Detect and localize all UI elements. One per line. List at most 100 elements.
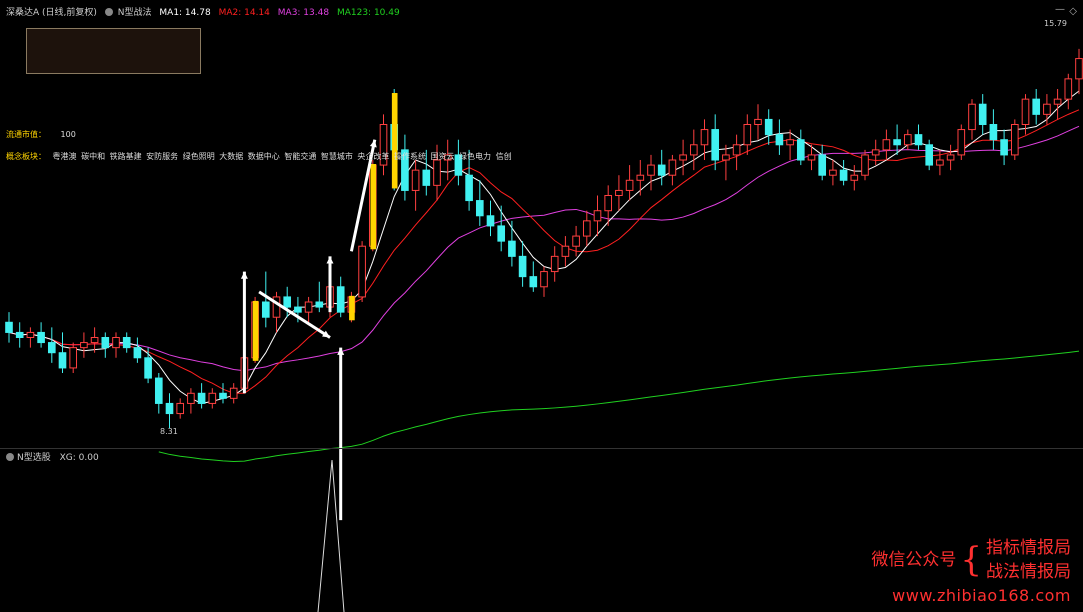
- sub-panel-title[interactable]: N型选股: [17, 453, 51, 463]
- concept-row: 概念板块： 粤港澳 碳中和 铁路基建 安防服务 绿色照明 大数据 数据中心 智能…: [6, 151, 512, 162]
- candle-body: [796, 139, 805, 161]
- info-panel-box: [26, 28, 201, 74]
- security-title[interactable]: 深桑达A (日线,前复权): [6, 8, 97, 18]
- candle: [176, 398, 185, 419]
- candle-body: [679, 154, 687, 161]
- candle: [561, 236, 570, 267]
- candle: [775, 119, 784, 155]
- expand-icon[interactable]: ◇: [1069, 6, 1077, 17]
- candle-body: [903, 134, 912, 146]
- watermark-left: 微信公众号: [871, 550, 957, 570]
- candle-body: [893, 139, 901, 146]
- watermark-url: www.zhibiao168.com: [892, 586, 1071, 605]
- candle-body: [294, 306, 302, 313]
- candle: [925, 139, 934, 171]
- candle: [989, 109, 998, 150]
- candle-body: [732, 144, 741, 156]
- candle: [668, 154, 677, 186]
- candle-body: [133, 347, 142, 359]
- close-icon[interactable]: —: [1055, 4, 1065, 15]
- candle: [336, 276, 345, 318]
- candle-body: [486, 215, 495, 227]
- candle: [37, 322, 45, 348]
- candle: [529, 261, 538, 292]
- candle-body: [711, 129, 720, 161]
- candle-body: [1053, 98, 1062, 105]
- high-price-label: 15.79: [1044, 19, 1067, 28]
- candle: [112, 332, 120, 358]
- candle-body: [754, 118, 762, 126]
- candle: [358, 241, 366, 302]
- candle-body: [978, 103, 987, 126]
- signal-bar: [370, 164, 377, 250]
- candle-body: [604, 195, 613, 212]
- ma3-line: [8, 125, 1080, 372]
- candle-body: [550, 255, 559, 273]
- candle: [839, 160, 848, 186]
- candle-body: [850, 174, 859, 181]
- watermark-wechat: 微信公众号{指标情报局 战法情报局: [871, 536, 1071, 584]
- up-arrow-1-head: [240, 271, 248, 279]
- candle: [957, 124, 966, 160]
- candle-body: [69, 347, 78, 369]
- candle: [475, 180, 484, 226]
- xg-value: XG: 0.00: [59, 453, 99, 463]
- candle: [625, 165, 634, 201]
- candle: [647, 154, 655, 191]
- kline-chart: [5, 48, 1083, 612]
- candle: [272, 291, 281, 333]
- candle-body: [5, 321, 13, 333]
- candle-body: [90, 337, 99, 344]
- candle-body: [625, 179, 634, 191]
- candle: [689, 129, 698, 171]
- candle-body: [582, 220, 591, 237]
- candle-body: [743, 124, 752, 146]
- candle-body: [80, 342, 88, 349]
- candle: [550, 246, 559, 282]
- candle-body: [187, 392, 195, 404]
- candle: [497, 205, 506, 252]
- candle-body: [1064, 78, 1073, 100]
- candle: [743, 114, 752, 155]
- candle-body: [283, 296, 292, 308]
- candle-body: [818, 154, 827, 176]
- candle: [454, 139, 463, 186]
- ma3-label: MA3: 13.48: [277, 8, 330, 18]
- candle-body: [475, 200, 484, 217]
- candle: [882, 129, 891, 160]
- candle: [818, 144, 827, 181]
- candle-body: [925, 144, 934, 166]
- candle: [411, 160, 420, 211]
- candle-body: [914, 134, 923, 146]
- up-arrow-2-head: [326, 256, 334, 264]
- candle-body: [529, 276, 538, 288]
- market-cap-label: 流通市值：: [6, 130, 46, 139]
- candle-body: [26, 331, 35, 338]
- candle-body: [358, 245, 366, 298]
- panel-divider[interactable]: [0, 448, 1083, 449]
- indicator-gear-icon[interactable]: [104, 8, 113, 16]
- candle-body: [304, 301, 313, 313]
- candle: [47, 327, 56, 363]
- candle: [850, 165, 859, 191]
- candle: [101, 332, 110, 358]
- candle-body: [422, 169, 431, 186]
- candle: [582, 210, 591, 247]
- candle-body: [989, 124, 998, 141]
- candle: [1064, 73, 1073, 110]
- candle: [914, 124, 923, 150]
- candle: [304, 296, 313, 323]
- candle: [518, 241, 527, 287]
- ma123-line: [158, 350, 1080, 462]
- candle: [615, 175, 623, 211]
- candle: [379, 114, 388, 176]
- candle-body: [37, 331, 45, 344]
- candle-body: [593, 210, 602, 222]
- candle: [978, 94, 987, 135]
- candle: [540, 266, 548, 297]
- candle-body: [1032, 98, 1041, 115]
- candle: [711, 114, 720, 171]
- candle-body: [47, 342, 56, 354]
- indicator-name[interactable]: N型战法: [118, 8, 152, 18]
- sub-gear-icon[interactable]: [6, 453, 14, 461]
